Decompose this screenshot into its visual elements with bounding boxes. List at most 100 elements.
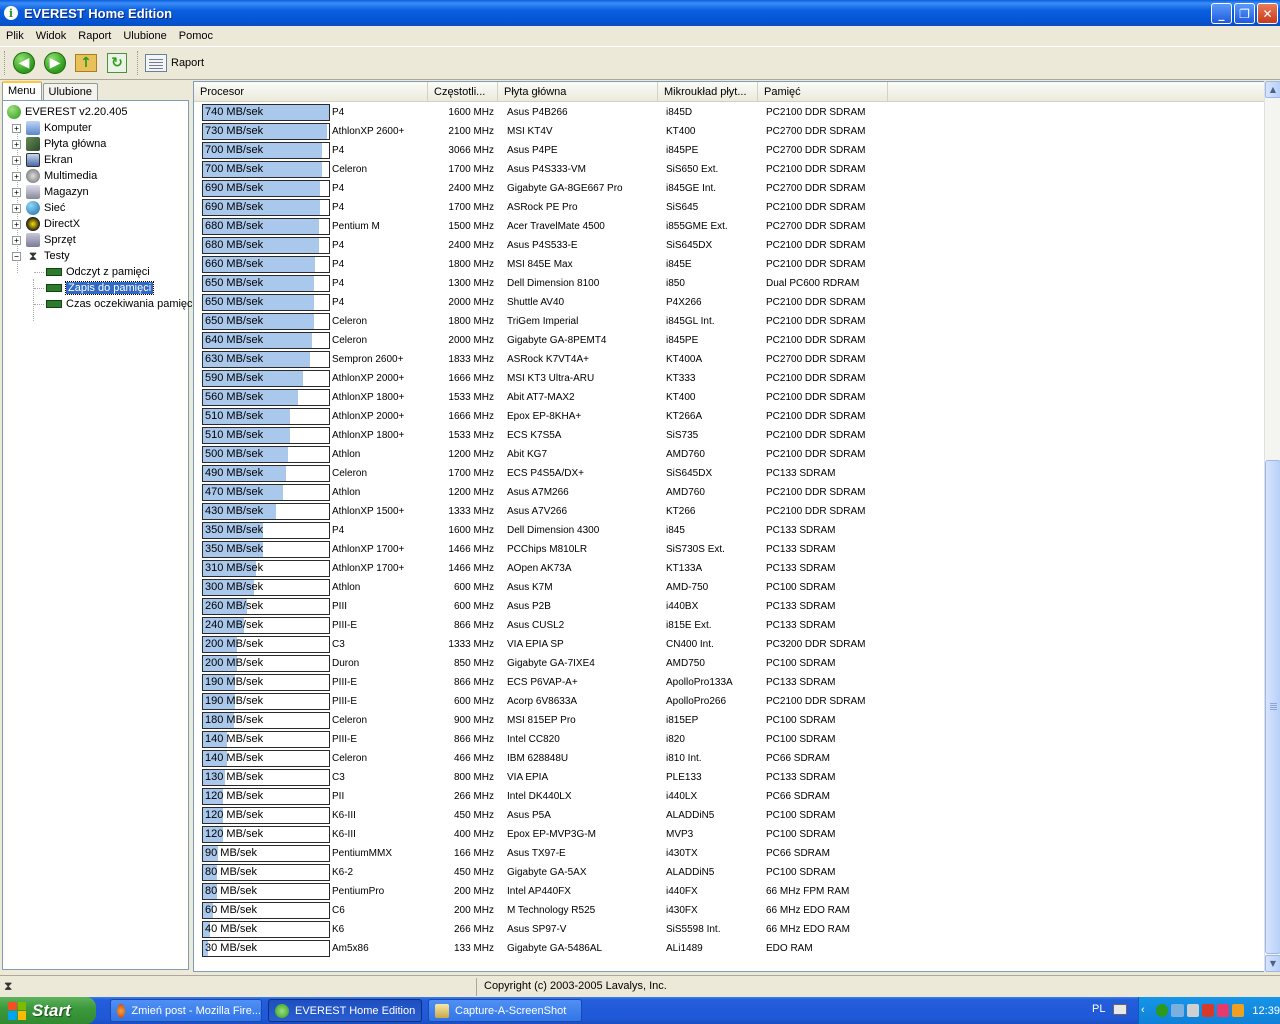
- table-row[interactable]: 90 MB/sek PentiumMMX 166 MHz Asus TX97-E i43…: [194, 844, 1264, 863]
- table-row[interactable]: 430 MB/sek AthlonXP 1500+ 1333 MHz Asus A7V…: [194, 502, 1264, 521]
- tree-item-magazyn[interactable]: + Magazyn: [12, 184, 89, 200]
- expand-icon[interactable]: +: [12, 203, 21, 213]
- restore-button[interactable]: ❐: [1234, 3, 1255, 24]
- table-row[interactable]: 590 MB/sek AthlonXP 2000+ 1666 MHz MSI KT3 …: [194, 369, 1264, 388]
- expand-icon[interactable]: +: [12, 219, 21, 229]
- keyboard-icon[interactable]: [1113, 1004, 1127, 1015]
- table-row[interactable]: 650 MB/sek Celeron 1800 MHz TriGem Imperial…: [194, 312, 1264, 331]
- results-list[interactable]: Procesor Częstotli... Płyta główna Mikro…: [193, 81, 1280, 972]
- everest-app-icon[interactable]: i: [4, 6, 18, 20]
- back-button[interactable]: ◀: [10, 49, 38, 77]
- menu-plik[interactable]: Plik: [0, 30, 30, 42]
- scroll-down-arrow[interactable]: ▼: [1265, 955, 1280, 972]
- scroll-up-arrow[interactable]: ▲: [1265, 81, 1280, 98]
- language-indicator[interactable]: PL: [1092, 1003, 1105, 1015]
- table-row[interactable]: 640 MB/sek Celeron 2000 MHz Gigabyte GA-8PE…: [194, 331, 1264, 350]
- table-row[interactable]: 730 MB/sek AthlonXP 2600+ 2100 MHz MSI KT4V…: [194, 122, 1264, 141]
- table-row[interactable]: 140 MB/sek PIII-E 866 MHz Intel CC820 i820 PC…: [194, 730, 1264, 749]
- table-row[interactable]: 40 MB/sek K6 266 MHz Asus SP97-V SiS5598 Int…: [194, 920, 1264, 939]
- table-row[interactable]: 120 MB/sek K6-III 400 MHz Epox EP-MVP3G-M MV…: [194, 825, 1264, 844]
- task-capture[interactable]: Capture-A-ScreenShot: [428, 999, 582, 1022]
- table-row[interactable]: 260 MB/sek PIII 600 MHz Asus P2B i440BX PC133…: [194, 597, 1264, 616]
- table-row[interactable]: 510 MB/sek AthlonXP 1800+ 1533 MHz ECS K7S5…: [194, 426, 1264, 445]
- table-row[interactable]: 200 MB/sek C3 1333 MHz VIA EPIA SP CN400 Int…: [194, 635, 1264, 654]
- menu-widok[interactable]: Widok: [30, 30, 73, 42]
- table-row[interactable]: 190 MB/sek PIII-E 600 MHz Acorp 6V8633A Apol…: [194, 692, 1264, 711]
- table-row[interactable]: 650 MB/sek P4 2000 MHz Shuttle AV40 P4X266 PC…: [194, 293, 1264, 312]
- everest-tray-icon[interactable]: [1156, 1004, 1169, 1017]
- expand-icon[interactable]: +: [12, 123, 21, 133]
- table-row[interactable]: 490 MB/sek Celeron 1700 MHz ECS P4S5A/DX+ Si…: [194, 464, 1264, 483]
- table-row[interactable]: 190 MB/sek PIII-E 866 MHz ECS P6VAP-A+ Apoll…: [194, 673, 1264, 692]
- collapse-icon[interactable]: −: [12, 251, 21, 261]
- task-firefox[interactable]: Zmień post - Mozilla Fire...: [110, 999, 262, 1022]
- printer-tray-icon[interactable]: [1186, 1004, 1199, 1017]
- col-header-pamiec[interactable]: Pamięć: [758, 82, 888, 102]
- table-row[interactable]: 80 MB/sek K6-2 450 MHz Gigabyte GA-5AX ALADD…: [194, 863, 1264, 882]
- table-row[interactable]: 200 MB/sek Duron 850 MHz Gigabyte GA-7IXE4 A…: [194, 654, 1264, 673]
- navigation-tree[interactable]: EVEREST v2.20.405 + Komputer + Płyta głó…: [2, 100, 195, 970]
- app-tray-icon[interactable]: [1217, 1004, 1230, 1017]
- col-header-czestotliwosc[interactable]: Częstotli...: [428, 82, 498, 102]
- start-button[interactable]: Start: [0, 997, 96, 1024]
- up-button[interactable]: ↑: [72, 49, 100, 77]
- table-row[interactable]: 60 MB/sek C6 200 MHz M Technology R525 i430F…: [194, 901, 1264, 920]
- tree-item-plyta-glowna[interactable]: + Płyta główna: [12, 136, 106, 152]
- table-row[interactable]: 630 MB/sek Sempron 2600+ 1833 MHz ASRock K7…: [194, 350, 1264, 369]
- tree-item-komputer[interactable]: + Komputer: [12, 120, 92, 136]
- task-everest[interactable]: EVEREST Home Edition: [268, 999, 422, 1022]
- security-tray-icon[interactable]: [1201, 1004, 1215, 1017]
- minimize-button[interactable]: _: [1211, 3, 1232, 24]
- tree-item-odczyt[interactable]: Odczyt z pamięci: [46, 264, 150, 280]
- table-row[interactable]: 300 MB/sek Athlon 600 MHz Asus K7M AMD-750 PC…: [194, 578, 1264, 597]
- vertical-scrollbar[interactable]: ▲ ▼: [1264, 81, 1280, 972]
- tree-item-testy[interactable]: − ⧗ Testy: [12, 248, 70, 264]
- tree-item-ekran[interactable]: + Ekran: [12, 152, 73, 168]
- tab-ulubione[interactable]: Ulubione: [42, 83, 98, 100]
- expand-icon[interactable]: +: [12, 187, 21, 197]
- table-row[interactable]: 650 MB/sek P4 1300 MHz Dell Dimension 8100 i…: [194, 274, 1264, 293]
- table-row[interactable]: 120 MB/sek K6-III 450 MHz Asus P5A ALADDiN5 P…: [194, 806, 1264, 825]
- expand-icon[interactable]: +: [12, 171, 21, 181]
- expand-icon[interactable]: +: [12, 235, 21, 245]
- table-row[interactable]: 310 MB/sek AthlonXP 1700+ 1466 MHz AOpen AK…: [194, 559, 1264, 578]
- col-header-plyta-glowna[interactable]: Płyta główna: [498, 82, 658, 102]
- table-row[interactable]: 180 MB/sek Celeron 900 MHz MSI 815EP Pro i81…: [194, 711, 1264, 730]
- col-header-procesor[interactable]: Procesor: [194, 82, 428, 102]
- report-button[interactable]: Raport: [145, 54, 204, 72]
- expand-icon[interactable]: +: [12, 139, 21, 149]
- table-row[interactable]: 700 MB/sek Celeron 1700 MHz Asus P4S333-VM S…: [194, 160, 1264, 179]
- tray-collapse-icon[interactable]: ‹: [1141, 1004, 1153, 1017]
- table-row[interactable]: 120 MB/sek PII 266 MHz Intel DK440LX i440LX P…: [194, 787, 1264, 806]
- table-row[interactable]: 680 MB/sek P4 2400 MHz Asus P4S533-E SiS645D…: [194, 236, 1264, 255]
- table-row[interactable]: 350 MB/sek P4 1600 MHz Dell Dimension 4300 i…: [194, 521, 1264, 540]
- table-row[interactable]: 240 MB/sek PIII-E 866 MHz Asus CUSL2 i815E E…: [194, 616, 1264, 635]
- tree-item-zapis[interactable]: Zapis do pamięci: [46, 280, 155, 296]
- menu-ulubione[interactable]: Ulubione: [117, 30, 172, 42]
- scroll-thumb[interactable]: [1265, 460, 1280, 954]
- table-row[interactable]: 350 MB/sek AthlonXP 1700+ 1466 MHz PCChips …: [194, 540, 1264, 559]
- table-row[interactable]: 690 MB/sek P4 1700 MHz ASRock PE Pro SiS645 P…: [194, 198, 1264, 217]
- table-row[interactable]: 140 MB/sek Celeron 466 MHz IBM 628848U i810 …: [194, 749, 1264, 768]
- update-tray-icon[interactable]: [1232, 1004, 1245, 1017]
- table-row[interactable]: 470 MB/sek Athlon 1200 MHz Asus A7M266 AMD76…: [194, 483, 1264, 502]
- table-row[interactable]: 690 MB/sek P4 2400 MHz Gigabyte GA-8GE667 P…: [194, 179, 1264, 198]
- table-row[interactable]: 500 MB/sek Athlon 1200 MHz Abit KG7 AMD760 PC…: [194, 445, 1264, 464]
- table-row[interactable]: 510 MB/sek AthlonXP 2000+ 1666 MHz Epox EP-…: [194, 407, 1264, 426]
- forward-button[interactable]: ▶: [41, 49, 69, 77]
- tree-item-sprzet[interactable]: + Sprzęt: [12, 232, 76, 248]
- table-row[interactable]: 560 MB/sek AthlonXP 1800+ 1533 MHz Abit AT7…: [194, 388, 1264, 407]
- network-tray-icon[interactable]: [1171, 1004, 1184, 1017]
- toolbar-grip[interactable]: [4, 51, 7, 75]
- tree-item-directx[interactable]: + DirectX: [12, 216, 80, 232]
- menu-raport[interactable]: Raport: [72, 30, 117, 42]
- close-button[interactable]: ✕: [1257, 3, 1278, 24]
- table-row[interactable]: 30 MB/sek Am5x86 133 MHz Gigabyte GA-5486AL…: [194, 939, 1264, 958]
- refresh-button[interactable]: ↻: [103, 49, 131, 77]
- table-row[interactable]: 700 MB/sek P4 3066 MHz Asus P4PE i845PE PC270…: [194, 141, 1264, 160]
- clock[interactable]: 12:39: [1252, 1005, 1280, 1017]
- expand-icon[interactable]: +: [12, 155, 21, 165]
- menu-pomoc[interactable]: Pomoc: [173, 30, 219, 42]
- table-row[interactable]: 130 MB/sek C3 800 MHz VIA EPIA PLE133 PC133 S…: [194, 768, 1264, 787]
- table-row[interactable]: 80 MB/sek PentiumPro 200 MHz Intel AP440FX i…: [194, 882, 1264, 901]
